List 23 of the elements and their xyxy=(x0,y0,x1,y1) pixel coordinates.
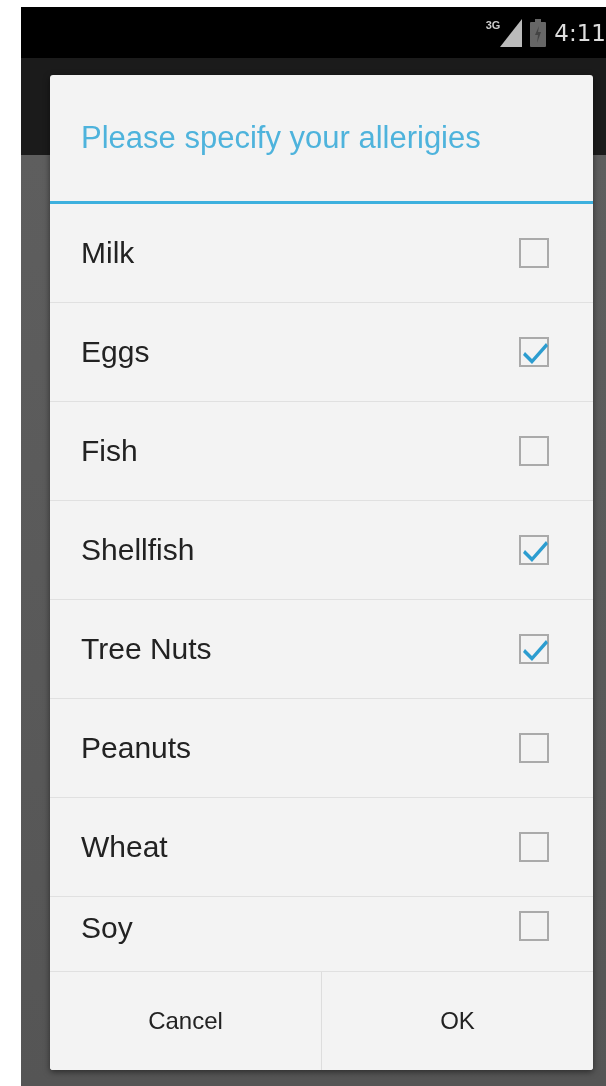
allergy-option[interactable]: Shellfish xyxy=(50,501,593,599)
checkbox[interactable] xyxy=(519,733,549,763)
checkbox[interactable] xyxy=(519,911,549,941)
battery-icon xyxy=(530,18,547,47)
cancel-button[interactable]: Cancel xyxy=(50,972,322,1070)
checkbox[interactable] xyxy=(519,238,549,268)
checkbox[interactable] xyxy=(519,634,549,664)
ok-button[interactable]: OK xyxy=(322,972,593,1070)
allergy-option[interactable]: Fish xyxy=(50,402,593,500)
checkbox[interactable] xyxy=(519,832,549,862)
allergy-option[interactable]: Milk xyxy=(50,204,593,302)
allergy-option[interactable]: Soy xyxy=(50,897,593,971)
allergy-option[interactable]: Tree Nuts xyxy=(50,600,593,698)
checkbox[interactable] xyxy=(519,535,549,565)
checkbox[interactable] xyxy=(519,337,549,367)
signal-icon xyxy=(500,18,523,47)
allergy-option[interactable]: Eggs xyxy=(50,303,593,401)
allergy-option[interactable]: Wheat xyxy=(50,798,593,896)
checkbox[interactable] xyxy=(519,436,549,466)
clock-text: 4:11 xyxy=(554,19,606,46)
network-label: 3G xyxy=(485,18,501,31)
dialog-title: Please specify your allerigies xyxy=(50,75,593,204)
allergy-option[interactable]: Peanuts xyxy=(50,699,593,797)
